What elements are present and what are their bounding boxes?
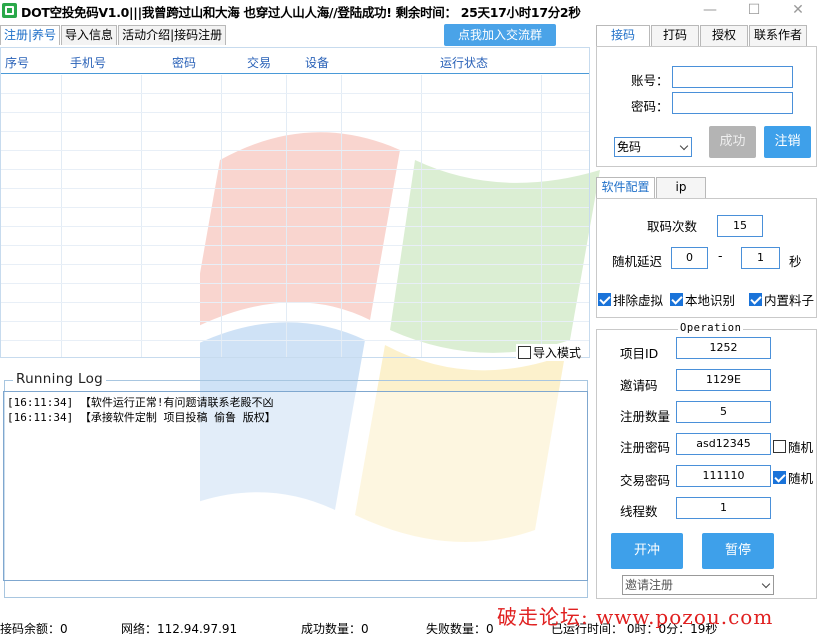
start-button[interactable]: 开冲 [611,533,683,569]
tab-import-info[interactable]: 导入信息 [61,25,118,45]
code-mode-select[interactable]: 免码 [614,137,692,157]
register-count-label: 注册数量 [620,409,671,424]
register-password-label: 注册密码 [620,440,671,455]
log-line: [16:11:34] 【软件运行正常!有问题请联系老殿不凶 [7,396,274,409]
tab-ip[interactable]: ip [656,177,706,198]
tab-activity-intro[interactable]: 活动介绍|接码注册 [118,25,227,45]
delay-dash: - [718,248,723,263]
project-id-label: 项目ID [620,346,659,361]
status-balance: 接码余额：0 [0,622,68,634]
status-success-count: 成功数量：0 [301,622,369,634]
status-fail-count: 失败数量：0 [426,622,494,634]
trade-password-label: 交易密码 [620,473,671,488]
config-tabs: 软件配置 ip [596,177,707,198]
main-tabs: 注册|养号 导入信息 活动介绍|接码注册 [0,25,227,45]
delay-min-input[interactable]: 0 [671,247,708,269]
table-body [1,75,589,357]
random-delay-label: 随机延迟 [612,254,663,269]
project-id-input[interactable]: 1252 [676,337,771,359]
register-password-random-checkbox[interactable]: 随机 [773,437,813,456]
success-button[interactable]: 成功 [709,126,756,158]
delay-max-input[interactable]: 1 [741,247,780,269]
local-recognize-checkbox[interactable]: 本地识别 [670,290,735,309]
checkbox-box[interactable] [773,440,786,453]
window-title: DOT空投免码V1.0|||我曾跨过山和大海 也穿过人山人海//登陆成功! 剩余… [21,5,581,20]
fetch-count-input[interactable]: 15 [717,215,763,237]
maximize-button[interactable]: ☐ [737,0,771,22]
trade-password-input[interactable]: 111110 [676,465,771,487]
log-line: [16:11:34] 【承接软件定制 项目投稿 偷鲁 版权】 [7,411,276,424]
password-input[interactable] [672,92,793,114]
right-tabs: 接码 打码 授权 联系作者 [596,25,808,46]
running-log-box[interactable]: [16:11:34] 【软件运行正常!有问题请联系老殿不凶 [16:11:34]… [3,391,588,581]
checkbox-box[interactable] [749,293,762,306]
threads-label: 线程数 [620,504,658,519]
builtin-material-checkbox[interactable]: 内置料子 [749,290,814,309]
tab-software-config[interactable]: 软件配置 [596,177,655,198]
invite-code-label: 邀请码 [620,378,658,393]
password-label: 密码： [631,99,669,114]
tab-register[interactable]: 注册|养号 [0,25,61,45]
pause-button[interactable]: 暂停 [702,533,774,569]
column-header-trade[interactable]: 交易 [247,54,271,71]
checkbox-box[interactable] [670,293,683,306]
status-network: 网络：112.94.97.91 [121,622,238,634]
title-bar: DOT空投免码V1.0|||我曾跨过山和大海 也穿过人山人海//登陆成功! 剩余… [0,0,819,22]
random-label: 随机 [788,471,814,486]
invite-code-input[interactable]: 1129E [676,369,771,391]
chevron-down-icon [761,579,771,589]
checkbox-box[interactable] [773,471,786,484]
column-header-status[interactable]: 运行状态 [440,54,488,71]
close-button[interactable]: ✕ [781,0,815,22]
threads-input[interactable]: 1 [676,497,771,519]
join-group-button[interactable]: 点我加入交流群 [444,24,556,46]
chevron-down-icon [679,141,689,151]
column-header-phone[interactable]: 手机号 [70,54,106,71]
register-count-input[interactable]: 5 [676,401,771,423]
import-mode-checkbox[interactable]: 导入模式 [516,344,582,361]
local-recognize-label: 本地识别 [685,293,736,308]
operation-title: Operation [678,322,744,334]
checkbox-box[interactable] [598,293,611,306]
tab-license[interactable]: 授权 [700,25,748,46]
logout-button[interactable]: 注销 [764,126,811,158]
trade-password-random-checkbox[interactable]: 随机 [773,468,813,487]
column-header-password[interactable]: 密码 [172,54,196,71]
exclude-virtual-checkbox[interactable]: 排除虚拟 [598,290,663,309]
table-header: 序号 手机号 密码 交易 设备 运行状态 [1,48,589,74]
code-mode-value: 免码 [617,140,642,154]
account-label: 账号： [631,73,669,88]
register-password-input[interactable]: asd12345 [676,433,771,455]
import-mode-label: 导入模式 [533,346,582,360]
accounts-table[interactable]: 序号 手机号 密码 交易 设备 运行状态 [0,47,590,358]
random-label: 随机 [788,440,814,455]
app-window: DOT空投免码V1.0|||我曾跨过山和大海 也穿过人山人海//登陆成功! 剩余… [0,0,819,634]
delay-unit-label: 秒 [789,254,802,269]
builtin-material-label: 内置料子 [764,293,815,308]
column-header-index[interactable]: 序号 [5,54,29,71]
tab-captcha[interactable]: 打码 [651,25,699,46]
fetch-count-label: 取码次数 [647,219,698,234]
forum-watermark: 破走论坛: www.pozou.com [497,605,774,629]
app-icon [2,3,17,18]
running-log-title: Running Log [13,371,107,387]
register-mode-select[interactable]: 邀请注册 [622,575,774,595]
tab-contact-author[interactable]: 联系作者 [749,25,807,46]
account-input[interactable] [672,66,793,88]
exclude-virtual-label: 排除虚拟 [613,293,664,308]
minimize-button[interactable]: — [693,0,727,22]
column-header-device[interactable]: 设备 [305,54,329,71]
register-mode-value: 邀请注册 [625,578,674,592]
tab-receive-code[interactable]: 接码 [596,25,650,46]
checkbox-box[interactable] [518,346,531,359]
